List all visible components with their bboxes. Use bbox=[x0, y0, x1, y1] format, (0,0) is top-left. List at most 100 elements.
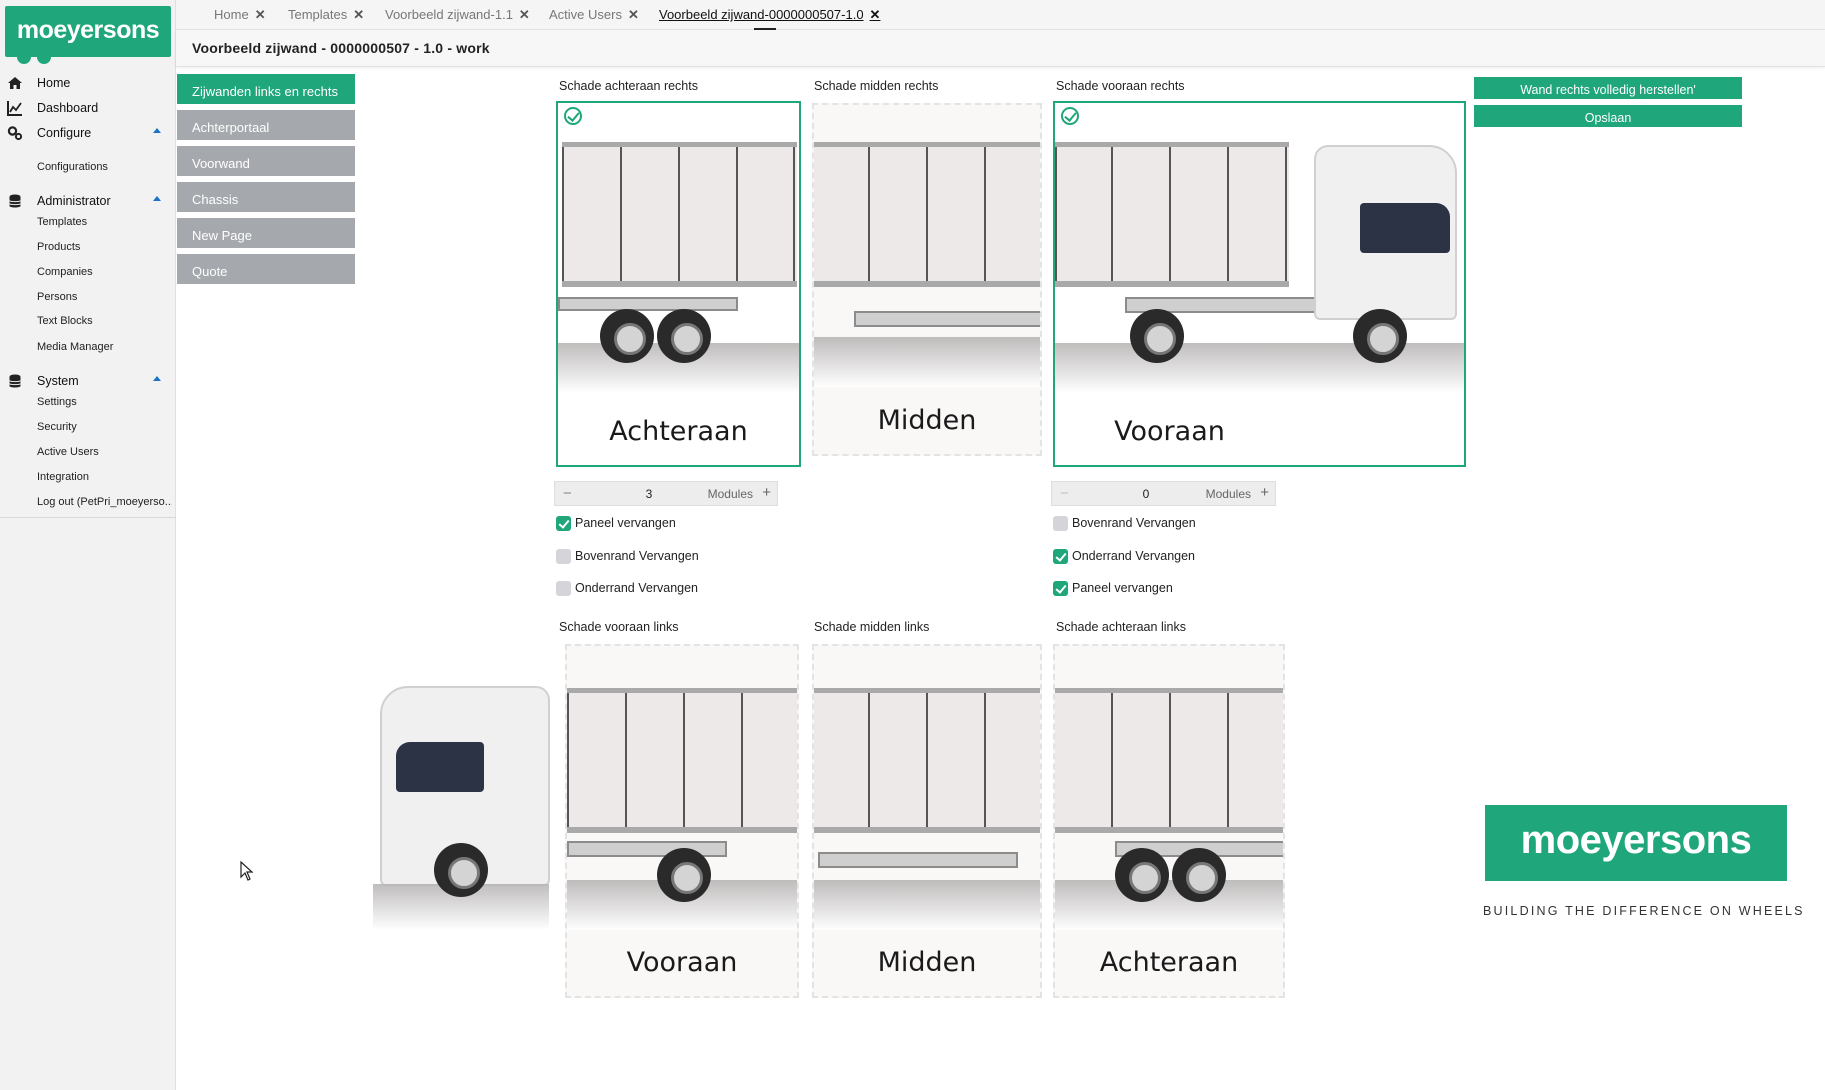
checkbox[interactable] bbox=[556, 516, 571, 531]
panel-midden-rechts[interactable]: Midden bbox=[812, 103, 1042, 456]
sidebar-item-text-blocks[interactable]: Text Blocks bbox=[37, 315, 172, 327]
sidebar-item-label: Dashboard bbox=[37, 101, 99, 115]
panel-label-midden-rechts: Schade midden rechts bbox=[814, 79, 939, 93]
sidebar-item-media-manager[interactable]: Media Manager bbox=[37, 341, 172, 353]
tab-templates[interactable]: Templates ✕ bbox=[288, 7, 364, 23]
sidebar-item-administrator[interactable]: Administrator bbox=[0, 190, 176, 212]
sidebar-item-active-users[interactable]: Active Users bbox=[37, 446, 172, 458]
minus-icon[interactable]: − bbox=[1060, 485, 1069, 502]
truck-cab-window bbox=[1360, 203, 1450, 253]
home-icon bbox=[8, 77, 22, 89]
panel-label-vooraan-rechts: Schade vooraan rechts bbox=[1056, 79, 1185, 93]
database-icon bbox=[9, 374, 21, 388]
plus-icon[interactable]: + bbox=[1260, 484, 1269, 501]
modules-stepper-front[interactable]: − 0 Modules + bbox=[1051, 481, 1276, 506]
modules-stepper-rear[interactable]: − 3 Modules + bbox=[554, 481, 778, 506]
ground-shadow bbox=[1055, 880, 1283, 930]
truck-cab-window bbox=[396, 742, 484, 792]
checkbox[interactable] bbox=[1053, 516, 1068, 531]
panel-label-midden-links: Schade midden links bbox=[814, 620, 930, 634]
checkbox-label: Onderrand Vervangen bbox=[575, 581, 699, 595]
panel-vooraan-links[interactable]: Vooraan bbox=[565, 644, 799, 998]
tab-home[interactable]: Home ✕ bbox=[214, 7, 266, 23]
sidebar-item-dashboard[interactable]: Dashboard bbox=[0, 97, 176, 119]
panel-big-label: Vooraan bbox=[626, 947, 738, 978]
section-voorwand[interactable]: Voorwand bbox=[177, 146, 355, 179]
chevron-up-icon[interactable] bbox=[153, 196, 161, 201]
section-chassis[interactable]: Chassis bbox=[177, 182, 355, 215]
close-icon[interactable]: ✕ bbox=[519, 7, 530, 22]
section-quote[interactable]: Quote bbox=[177, 254, 355, 287]
truck-wheel bbox=[657, 848, 711, 902]
stepper-value[interactable]: 3 bbox=[599, 487, 699, 501]
panel-achteraan-rechts[interactable]: Achteraan bbox=[556, 101, 801, 467]
sidebar-item-logout[interactable]: Log out (PetPri_moeyerso... bbox=[37, 496, 172, 508]
tab-bar: Home ✕ Templates ✕ Voorbeeld zijwand-1.1 ✕ … bbox=[176, 0, 1825, 30]
chevron-up-icon[interactable] bbox=[153, 128, 161, 133]
stepper-value[interactable]: 0 bbox=[1096, 487, 1196, 501]
close-icon[interactable]: ✕ bbox=[255, 7, 266, 22]
stepper-unit: Modules bbox=[1205, 487, 1251, 501]
restore-wall-button[interactable]: Wand rechts volledig herstellen' bbox=[1474, 77, 1742, 99]
panel-achteraan-links[interactable]: Achteraan bbox=[1053, 644, 1285, 998]
truck-chassis bbox=[558, 297, 738, 311]
plus-icon[interactable]: + bbox=[762, 484, 771, 501]
sidebar-item-settings[interactable]: Settings bbox=[37, 396, 172, 408]
close-icon[interactable]: ✕ bbox=[353, 7, 364, 22]
truck-chassis bbox=[567, 841, 727, 857]
check-circle-icon bbox=[564, 107, 582, 125]
checkbox-label: Bovenrand Vervangen bbox=[575, 549, 699, 563]
tab-label: Voorbeeld zijwand-1.1 bbox=[385, 7, 513, 22]
sidebar-item-companies[interactable]: Companies bbox=[37, 266, 172, 278]
sidebar-item-system[interactable]: System bbox=[0, 370, 176, 392]
tab-voorbeeld-zijwand-1-1[interactable]: Voorbeeld zijwand-1.1 ✕ bbox=[385, 7, 530, 23]
truck-wheel bbox=[1130, 309, 1184, 363]
tab-label: Templates bbox=[288, 7, 348, 22]
sidebar-divider bbox=[0, 517, 176, 518]
sidebar-item-persons[interactable]: Persons bbox=[37, 291, 172, 303]
truck-box-body bbox=[562, 142, 797, 287]
sidebar-item-integration[interactable]: Integration bbox=[37, 471, 172, 483]
checkbox[interactable] bbox=[1053, 549, 1068, 564]
section-achterportaal[interactable]: Achterportaal bbox=[177, 110, 355, 143]
mouse-pointer-icon bbox=[240, 861, 254, 881]
section-zijwanden[interactable]: Zijwanden links en rechts bbox=[177, 74, 355, 107]
checkbox[interactable] bbox=[556, 549, 571, 564]
panel-label-achteraan-rechts: Schade achteraan rechts bbox=[559, 79, 698, 93]
checkbox[interactable] bbox=[556, 581, 571, 596]
panel-big-label: Midden bbox=[877, 947, 977, 978]
panel-vooraan-rechts[interactable]: Vooraan bbox=[1053, 101, 1466, 467]
sidebar-item-home[interactable]: Home bbox=[0, 72, 176, 94]
check-circle-icon bbox=[1061, 107, 1079, 125]
stepper-unit: Modules bbox=[707, 487, 753, 501]
tab-label: Active Users bbox=[549, 7, 622, 22]
sidebar-item-configurations[interactable]: Configurations bbox=[37, 161, 172, 173]
logo-wheel-mark bbox=[37, 50, 51, 64]
sidebar: moeyersons Home Dashboard Configure Conf… bbox=[0, 0, 176, 1090]
ground-shadow bbox=[1055, 343, 1464, 393]
save-button[interactable]: Opslaan bbox=[1474, 105, 1742, 127]
checkbox-label: Bovenrand Vervangen bbox=[1072, 516, 1196, 530]
tab-active-users[interactable]: Active Users ✕ bbox=[549, 7, 639, 23]
panel-big-label: Achteraan bbox=[1099, 947, 1239, 978]
sidebar-item-configure[interactable]: Configure bbox=[0, 122, 176, 144]
panel-midden-links[interactable]: Midden bbox=[812, 644, 1042, 998]
panel-big-label: Vooraan bbox=[1114, 416, 1225, 447]
close-icon[interactable]: ✕ bbox=[628, 7, 639, 22]
tab-voorbeeld-zijwand-0000000507[interactable]: Voorbeeld zijwand-0000000507-1.0 ✕ bbox=[659, 7, 880, 23]
minus-icon[interactable]: − bbox=[563, 485, 572, 502]
sidebar-item-templates[interactable]: Templates bbox=[37, 216, 172, 228]
close-icon[interactable]: ✕ bbox=[870, 7, 881, 22]
checkbox[interactable] bbox=[1053, 581, 1068, 596]
sidebar-item-security[interactable]: Security bbox=[37, 421, 172, 433]
section-new-page[interactable]: New Page bbox=[177, 218, 355, 251]
cogs-icon bbox=[7, 126, 23, 141]
title-bar: Voorbeeld zijwand - 0000000507 - 1.0 - w… bbox=[176, 30, 1825, 67]
checkbox-label: Onderrand Vervangen bbox=[1072, 549, 1196, 563]
truck-chassis bbox=[854, 311, 1040, 327]
truck-chassis bbox=[818, 852, 1018, 868]
checkbox-label: Paneel vervangen bbox=[575, 516, 676, 530]
sidebar-item-products[interactable]: Products bbox=[37, 241, 172, 253]
chevron-up-icon[interactable] bbox=[153, 376, 161, 381]
app-logo[interactable]: moeyersons bbox=[5, 6, 171, 64]
